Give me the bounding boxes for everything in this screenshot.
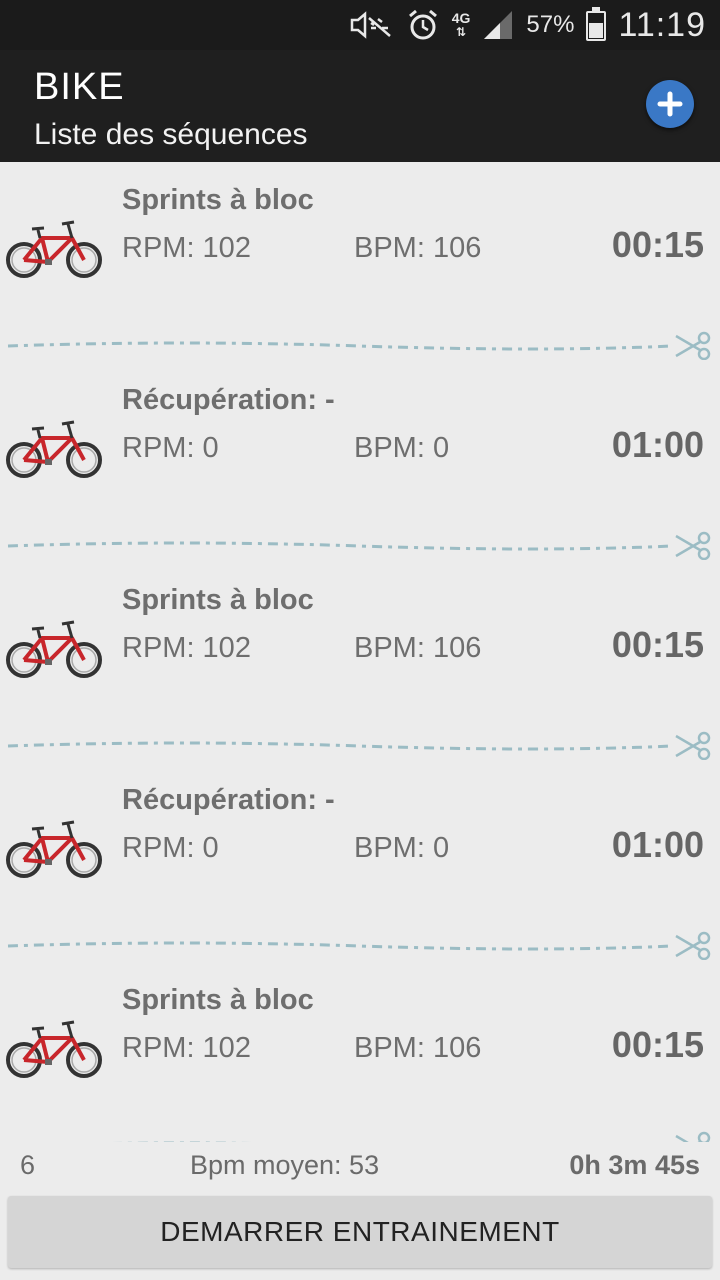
battery-percent: 57% — [526, 11, 575, 38]
sequence-duration: 00:15 — [611, 224, 704, 265]
sequence-duration: 00:15 — [611, 624, 704, 665]
signal-icon — [484, 11, 513, 39]
add-sequence-button[interactable] — [646, 80, 694, 128]
scissors-divider-icon — [0, 930, 720, 961]
summary-bar: 6 Bpm moyen: 53 0h 3m 45s — [0, 1142, 720, 1188]
alarm-icon — [408, 9, 437, 40]
sequence-bpm: BPM: 106 — [354, 1032, 482, 1064]
bike-icon — [4, 614, 104, 680]
sequence-name: Récupération: - — [122, 784, 335, 816]
start-training-button[interactable]: DEMARRER ENTRAINEMENT — [8, 1196, 712, 1268]
sequence-bpm: BPM: 106 — [354, 632, 482, 664]
bike-icon — [4, 814, 104, 880]
app-subtitle: Liste des séquences — [34, 118, 308, 151]
sequence-duration: 01:00 — [611, 424, 704, 465]
sequence-item[interactable]: Récupération: - RPM: 0 BPM: 0 01:00 — [0, 762, 720, 962]
sequence-rpm: RPM: 0 — [122, 432, 219, 464]
sequence-count: 6 — [20, 1150, 36, 1180]
scissors-divider-icon — [0, 530, 720, 561]
sequence-duration: 01:00 — [611, 824, 704, 865]
bike-icon — [4, 214, 104, 280]
bike-icon — [4, 1014, 104, 1080]
sequence-item[interactable]: Sprints à bloc RPM: 102 BPM: 106 00:15 — [0, 562, 720, 762]
network-icon: 4G ⇅ — [451, 10, 471, 39]
bike-icon — [4, 414, 104, 480]
sequence-bpm: BPM: 0 — [354, 832, 450, 864]
app-bar: BIKE Liste des séquences — [0, 50, 720, 162]
sequence-list[interactable]: Sprints à bloc RPM: 102 BPM: 106 00:15 R… — [0, 162, 720, 1142]
sequence-rpm: RPM: 102 — [122, 632, 251, 664]
sequence-rpm: RPM: 102 — [122, 1032, 251, 1064]
mute-icon — [350, 11, 391, 39]
scissors-divider-icon — [0, 730, 720, 761]
scissors-divider-icon — [0, 330, 720, 361]
sequence-item[interactable]: Sprints à bloc RPM: 102 BPM: 106 00:15 — [0, 962, 720, 1142]
sequence-rpm: RPM: 102 — [122, 232, 251, 264]
sequence-item[interactable]: Récupération: - RPM: 0 BPM: 0 01:00 — [0, 362, 720, 562]
plus-icon — [657, 91, 683, 117]
sequence-duration: 00:15 — [611, 1024, 704, 1065]
total-duration: 0h 3m 45s — [569, 1150, 700, 1180]
sequence-name: Sprints à bloc — [122, 984, 314, 1016]
clock: 11:19 — [618, 5, 706, 44]
sequence-item[interactable]: Sprints à bloc RPM: 102 BPM: 106 00:15 — [0, 162, 720, 362]
sequence-name: Récupération: - — [122, 384, 335, 416]
sequence-name: Sprints à bloc — [122, 584, 314, 616]
sequence-rpm: RPM: 0 — [122, 832, 219, 864]
battery-icon — [586, 7, 607, 41]
sequence-bpm: BPM: 0 — [354, 432, 450, 464]
app-title: BIKE — [34, 66, 125, 108]
sequence-bpm: BPM: 106 — [354, 232, 482, 264]
status-bar: 4G ⇅ 57% 11:19 — [0, 0, 720, 50]
average-bpm: Bpm moyen: 53 — [190, 1150, 380, 1180]
sequence-name: Sprints à bloc — [122, 184, 314, 216]
scissors-divider-icon — [0, 1130, 720, 1142]
